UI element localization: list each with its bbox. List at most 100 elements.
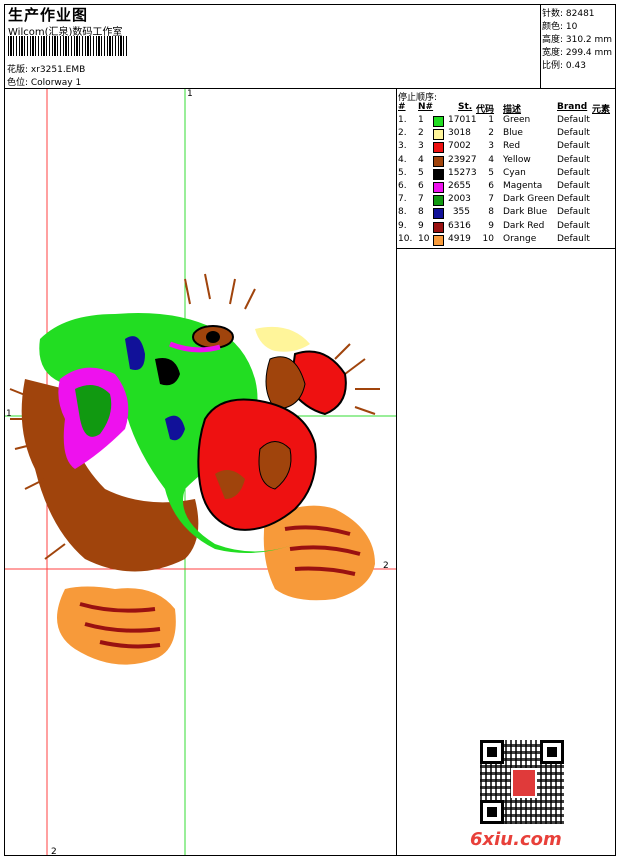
- row-description: Dark Blue: [503, 207, 548, 218]
- row-needle: 4: [418, 154, 424, 165]
- stat-stitches: 针数: 82481: [542, 9, 595, 19]
- guide-label-h1: 1: [6, 409, 12, 419]
- row-number: 9.: [398, 220, 407, 231]
- row-stitches: 355: [452, 207, 470, 218]
- design-file-label: 花版: xr3251.EMB: [7, 65, 86, 75]
- row-number: 8.: [398, 207, 407, 218]
- color-swatch: [433, 221, 444, 233]
- row-brand: Default: [557, 115, 590, 125]
- row-description: Yellow: [503, 154, 531, 165]
- stop-sequence-row: 1. 1 17011 1 Green Default: [398, 115, 616, 128]
- barcode: [8, 36, 128, 56]
- row-needle: 5: [418, 167, 424, 178]
- qr-code: [480, 740, 564, 824]
- watermark-logo: 6xiu.com: [470, 829, 562, 850]
- guide-label-v1: 1: [187, 89, 193, 99]
- row-stitches: 3018: [448, 128, 471, 139]
- colorway-label: 色位: Colorway 1: [7, 78, 82, 88]
- row-needle: 7: [418, 194, 424, 205]
- row-needle: 2: [418, 128, 424, 139]
- row-description: Blue: [503, 128, 523, 139]
- color-swatch: [433, 195, 444, 207]
- color-swatch: [433, 155, 444, 167]
- row-needle: 10: [418, 233, 430, 244]
- stat-scale: 比例: 0.43: [542, 61, 586, 71]
- row-code: 1: [488, 115, 494, 125]
- stop-sequence-row: 10. 10 4919 10 Orange Default: [398, 234, 616, 247]
- design-canvas: 1 1 2 2: [5, 89, 396, 855]
- stats-divider: [540, 4, 541, 88]
- col-header-desc: 描述: [503, 105, 522, 115]
- row-number: 2.: [398, 128, 407, 139]
- col-header-code: 代码: [476, 105, 495, 115]
- row-description: Green: [503, 115, 531, 125]
- page-title: 生产作业图: [8, 6, 89, 24]
- row-code: 3: [488, 141, 494, 152]
- stop-sequence-row: 5. 5 15273 5 Cyan Default: [398, 168, 616, 181]
- row-stitches: 7002: [448, 141, 471, 152]
- row-description: Red: [503, 141, 521, 152]
- color-swatch: [433, 168, 444, 180]
- row-needle: 1: [418, 115, 424, 125]
- row-code: 5: [488, 167, 494, 178]
- color-swatch: [433, 182, 444, 193]
- row-brand: Default: [557, 154, 590, 165]
- row-number: 3.: [398, 141, 407, 152]
- row-brand: Default: [557, 220, 590, 231]
- qr-finder-bottom-left: [480, 800, 504, 824]
- stop-sequence-row: 3. 3 7002 3 Red Default: [398, 141, 616, 154]
- row-needle: 9: [418, 220, 424, 231]
- qr-finder-top-right: [540, 740, 564, 764]
- color-swatch: [433, 129, 444, 141]
- row-description: Dark Green: [503, 194, 555, 205]
- row-brand: Default: [557, 128, 590, 139]
- color-swatch: [433, 116, 444, 127]
- guide-label-h2: 2: [383, 561, 389, 571]
- col-header-element: 元素: [592, 105, 611, 115]
- row-code: 7: [488, 194, 494, 205]
- row-number: 5.: [398, 167, 407, 178]
- row-stitches: 6316: [448, 220, 471, 231]
- row-needle: 6: [418, 181, 424, 191]
- row-code: 4: [488, 154, 494, 165]
- row-brand: Default: [557, 194, 590, 205]
- stat-colors: 颜色: 10: [542, 22, 578, 32]
- row-brand: Default: [557, 181, 590, 191]
- color-swatch: [433, 208, 444, 220]
- stop-sequence-row: 2. 2 3018 2 Blue Default: [398, 128, 616, 141]
- stop-sequence-row: 8. 8 355 8 Dark Blue Default: [398, 207, 616, 220]
- stat-width: 宽度: 299.4 mm: [542, 48, 613, 58]
- row-brand: Default: [557, 167, 590, 178]
- guide-label-v2: 2: [51, 847, 57, 855]
- row-number: 10.: [398, 233, 413, 244]
- stop-sequence-row: 9. 9 6316 9 Dark Red Default: [398, 221, 616, 234]
- color-swatch: [433, 142, 444, 154]
- row-stitches: 2655: [448, 181, 471, 191]
- row-description: Dark Red: [503, 220, 545, 231]
- row-code: 2: [488, 128, 494, 139]
- row-code: 10: [482, 233, 494, 244]
- qr-finder-top-left: [480, 740, 504, 764]
- table-divider: [396, 248, 616, 249]
- row-number: 7.: [398, 194, 407, 205]
- panel-divider: [396, 88, 397, 856]
- lion-head-embroidery: [9, 273, 380, 665]
- row-needle: 3: [418, 141, 424, 152]
- row-number: 4.: [398, 154, 407, 165]
- row-stitches: 2003: [448, 194, 471, 205]
- row-needle: 8: [418, 207, 424, 218]
- row-code: 6: [488, 181, 494, 191]
- row-stitches: 23927: [448, 154, 477, 165]
- row-number: 1.: [398, 115, 407, 125]
- stop-sequence-row: 7. 7 2003 7 Dark Green Default: [398, 194, 616, 207]
- row-code: 9: [488, 220, 494, 231]
- row-code: 8: [488, 207, 494, 218]
- stat-height: 高度: 310.2 mm: [542, 35, 613, 45]
- stop-sequence-row: 4. 4 23927 4 Yellow Default: [398, 155, 616, 168]
- col-header-brand: Brand: [557, 102, 588, 112]
- col-header-stitches: St.: [458, 102, 473, 112]
- row-number: 6.: [398, 181, 407, 191]
- stop-sequence-row: 6. 6 2655 6 Magenta Default: [398, 181, 616, 194]
- row-description: Magenta: [503, 181, 543, 191]
- row-stitches: 15273: [448, 167, 477, 178]
